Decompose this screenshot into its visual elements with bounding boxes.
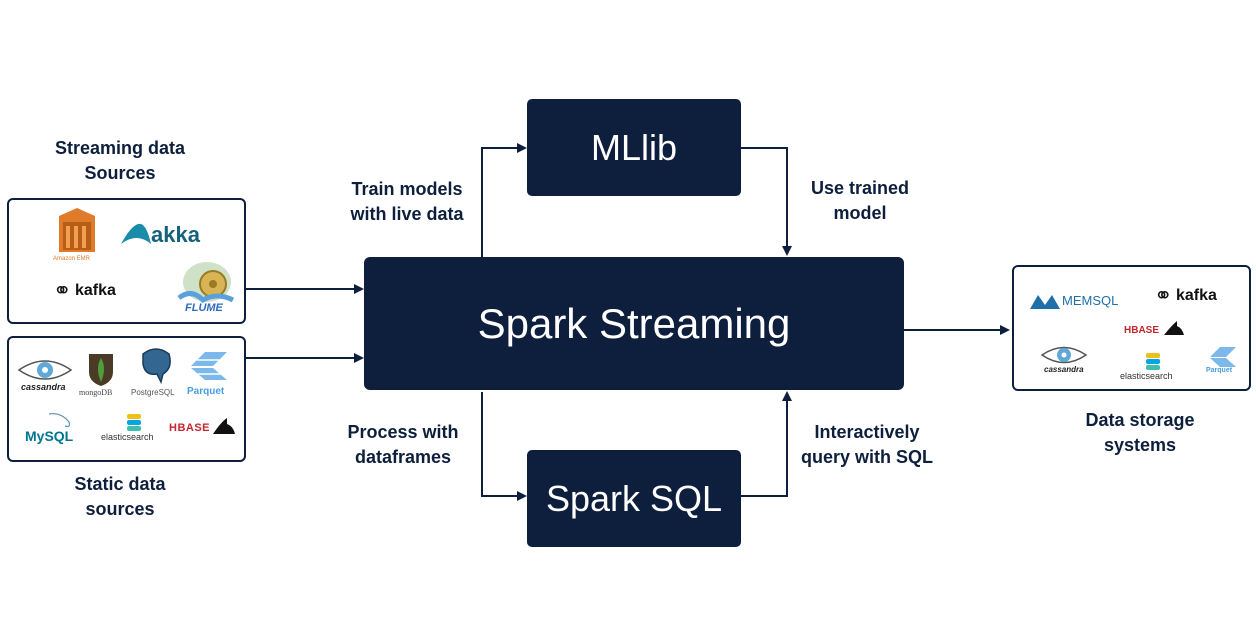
- kafka-icon: ⚭: [53, 278, 72, 303]
- label-train: Train models with live data: [332, 177, 482, 227]
- mysql-text: MySQL: [25, 428, 73, 444]
- amazon-emr-text: Amazon EMR: [53, 256, 91, 262]
- node-mllib: MLlib: [527, 99, 741, 196]
- label-line: Sources: [84, 163, 156, 183]
- label-line: model: [833, 203, 887, 223]
- node-spark-streaming: Spark Streaming: [364, 257, 904, 390]
- memsql-icon: [1030, 295, 1060, 309]
- label-use-model: Use trained model: [790, 176, 930, 226]
- static-sources-box: cassandra mongoDB PostgreSQL Parquet MyS…: [7, 336, 246, 462]
- arrow-spark-to-mllib: [481, 143, 527, 257]
- parquet-text: Parquet: [1206, 367, 1233, 374]
- parquet-icon: [1210, 347, 1236, 367]
- label-storage: Data storage systems: [1050, 408, 1230, 458]
- postgresql-logo: PostgreSQL: [131, 348, 181, 397]
- label-line: Train models: [351, 179, 463, 199]
- mysql-label: MySQL: [25, 428, 74, 444]
- label-line: sources: [85, 499, 155, 519]
- elasticsearch-text: elasticsearch: [101, 432, 154, 442]
- mongodb-text: mongoDB: [79, 388, 113, 397]
- mongodb-logo: mongoDB: [79, 352, 123, 397]
- storage-elasticsearch-logo: elasticsearch: [1120, 353, 1186, 381]
- kafka-text: kafka: [1176, 287, 1217, 304]
- hbase-text: HBASE: [169, 422, 211, 434]
- arrow-mllib-to-spark: [741, 147, 792, 256]
- label-line: dataframes: [354, 447, 452, 467]
- storage-cassandra-logo: cassandra: [1040, 345, 1090, 374]
- flume-logo: FLUME: [173, 262, 237, 318]
- akka-text: akka: [151, 222, 200, 247]
- arrow-sparksql-to-spark: [741, 391, 792, 497]
- node-spark-streaming-label: Spark Streaming: [477, 299, 791, 347]
- cassandra-text: cassandra: [1044, 365, 1084, 374]
- postgresql-text: PostgreSQL: [131, 388, 175, 397]
- kafka-icon: ⚭: [1154, 283, 1173, 308]
- label-process: Process with dataframes: [328, 420, 478, 470]
- cassandra-icon: [1040, 346, 1088, 364]
- elasticsearch-text: elasticsearch: [1120, 371, 1173, 381]
- flume-icon: [177, 262, 235, 304]
- label-line: systems: [1103, 435, 1177, 455]
- kafka-text: kafka: [75, 282, 116, 299]
- label-line: Use trained: [810, 178, 910, 198]
- label-static-sources: Static data sources: [30, 472, 210, 522]
- akka-icon: [121, 223, 151, 244]
- hbase-text: HBASE: [1124, 325, 1160, 336]
- arrow-spark-to-sparksql: [481, 392, 527, 501]
- parquet-icon: [191, 352, 227, 380]
- label-line: with live data: [350, 204, 464, 224]
- orca-icon: [213, 418, 235, 434]
- elasticsearch-icon: [127, 414, 141, 431]
- flume-text: FLUME: [185, 302, 223, 314]
- node-spark-sql: Spark SQL: [527, 450, 741, 547]
- node-spark-sql-label: Spark SQL: [545, 477, 723, 519]
- label-line: Interactively: [814, 422, 920, 442]
- label-streaming-sources: Streaming data Sources: [30, 136, 210, 186]
- mongodb-icon: [89, 354, 113, 386]
- node-mllib-label: MLlib: [590, 126, 678, 168]
- storage-box: MEMSQL ⚭ kafka HBASE cassandra elasticse…: [1012, 265, 1251, 391]
- orca-icon: [1164, 321, 1184, 335]
- cassandra-icon: [17, 360, 73, 380]
- label-line: query with SQL: [800, 447, 933, 467]
- elasticsearch-logo: elasticsearch: [101, 414, 167, 442]
- storage-parquet-logo: Parquet: [1206, 347, 1240, 374]
- cassandra-text: cassandra: [21, 382, 66, 392]
- memsql-text: MEMSQL: [1062, 293, 1119, 308]
- elasticsearch-icon: [1146, 353, 1160, 370]
- amazon-emr-icon: [59, 208, 95, 252]
- streaming-sources-box: Amazon EMR akka ⚭ kafka FLUME: [7, 198, 246, 324]
- label-query: Interactively query with SQL: [792, 420, 942, 470]
- label-line: Streaming data: [54, 138, 186, 158]
- label-line: Static data: [74, 474, 166, 494]
- amazon-emr-logo: Amazon EMR: [53, 208, 99, 262]
- parquet-logo: Parquet: [187, 352, 231, 397]
- parquet-text: Parquet: [187, 386, 225, 397]
- label-line: Data storage: [1085, 410, 1195, 430]
- postgresql-icon: [142, 348, 171, 385]
- cassandra-logo: cassandra: [17, 358, 73, 392]
- label-line: Process with: [347, 422, 459, 442]
